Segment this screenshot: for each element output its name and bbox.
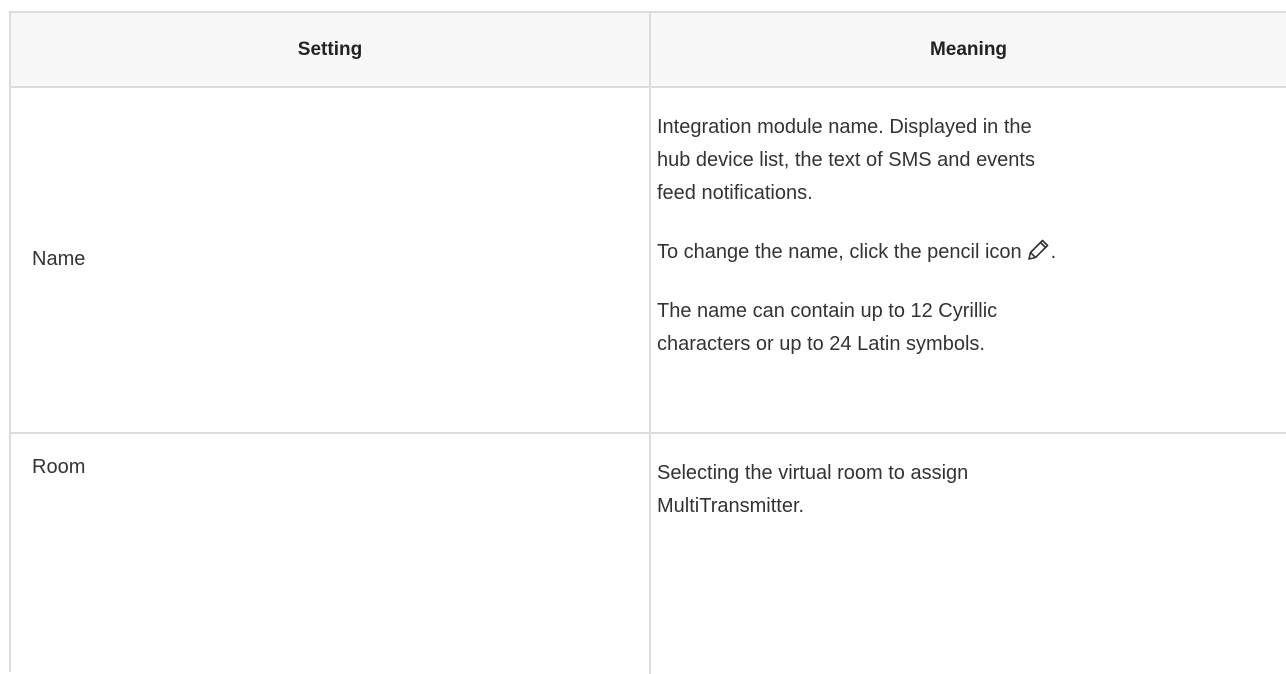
setting-name-meaning: Integration module name. Displayed in th… xyxy=(657,111,1257,361)
setting-name-label: Name xyxy=(32,248,86,270)
setting-room-label: Room xyxy=(32,456,86,478)
header-meaning: Meaning xyxy=(929,38,1008,60)
meaning-paragraph: Integration module name. Displayed in th… xyxy=(657,116,1035,204)
meaning-text: . xyxy=(1050,241,1057,263)
meaning-paragraph: The name can contain up to 12 Cyrillic c… xyxy=(657,300,998,355)
pencil-icon xyxy=(1027,239,1048,260)
header-setting: Setting xyxy=(297,38,363,60)
meaning-text: To change the name, click the pencil ico… xyxy=(657,241,1022,263)
meaning-paragraph: To change the name, click the pencil ico… xyxy=(657,236,1257,269)
meaning-paragraph: Selecting the virtual room to assign Mul… xyxy=(657,462,969,517)
column-divider xyxy=(649,13,651,674)
settings-table: Setting Meaning Name Integration module … xyxy=(9,11,1286,674)
setting-room-meaning: Selecting the virtual room to assign Mul… xyxy=(657,457,1257,523)
